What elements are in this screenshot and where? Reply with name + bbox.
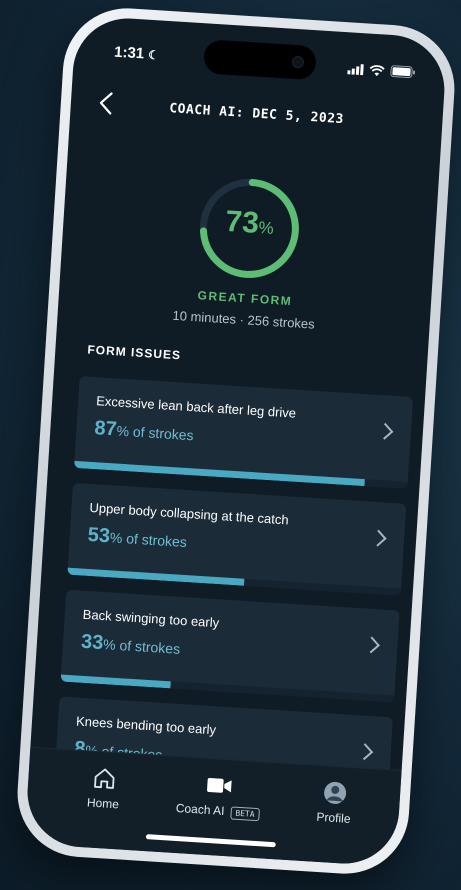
tab-home-label: Home [86,795,120,812]
chevron-right-icon [369,529,387,547]
nav-header: COACH AI: DEC 5, 2023 [70,85,444,148]
issue-title: Upper body collapsing at the catch [89,499,290,528]
tab-coach-label: Coach AI [175,800,225,818]
issue-card[interactable]: Upper body collapsing at the catch 53% o… [67,482,407,596]
beta-badge: BETA [229,806,260,822]
tab-profile[interactable]: Profile [283,778,386,828]
page-title: COACH AI: DEC 5, 2023 [168,101,345,128]
issue-percent-suffix: % of strokes [102,636,181,657]
signal-icon [347,63,364,75]
avatar [284,778,385,808]
moon-icon: ☾ [147,47,160,63]
status-icons [347,62,416,79]
score-unit: % [257,218,275,238]
issue-percentage: 53% of strokes [87,524,188,553]
score-number: 73 [224,204,260,240]
section-title-form-issues: FORM ISSUES [87,342,182,363]
score-value: 73% [195,203,305,244]
issue-card[interactable]: Excessive lean back after leg drive 87% … [73,376,414,489]
phone-device: 1:31 ☾ COACH AI: DEC 5, 2023 73% GREAT F… [13,4,459,878]
form-score-ring: 73% [192,171,307,286]
issue-percentage: 33% of strokes [80,631,181,660]
issue-title: Back swinging too early [82,606,220,631]
chevron-right-icon [376,422,394,440]
issue-title: Excessive lean back after leg drive [95,393,297,421]
status-time-text: 1:31 [113,43,145,63]
issue-percent-suffix: % of strokes [116,422,195,444]
home-icon [54,763,155,793]
issue-percent-suffix: % of strokes [109,529,188,551]
home-indicator [145,834,276,848]
issue-percentage: 87% of strokes [94,417,195,446]
wifi-icon [369,64,385,76]
issue-title: Knees bending too early [75,713,217,738]
phone-screen: 1:31 ☾ COACH AI: DEC 5, 2023 73% GREAT F… [24,15,448,867]
issue-progress-bar [73,460,365,487]
chevron-right-icon [362,636,380,654]
issue-progress-bar [60,674,171,689]
status-time: 1:31 ☾ [114,44,160,64]
issue-percent-number: 87 [93,417,118,441]
tab-profile-label: Profile [316,809,351,826]
issue-percent-number: 53 [87,523,111,548]
tab-home[interactable]: Home [53,763,156,813]
issue-card[interactable]: Back swinging too early 33% of strokes [60,589,400,703]
stage: 1:31 ☾ COACH AI: DEC 5, 2023 73% GREAT F… [0,0,461,890]
issue-percent-number: 33 [80,630,104,655]
video-camera-icon [169,771,270,801]
tab-coach-ai[interactable]: Coach AI BETA [167,771,270,822]
issue-progress-bar [67,567,245,586]
chevron-right-icon [356,743,374,761]
battery-icon [390,65,416,79]
